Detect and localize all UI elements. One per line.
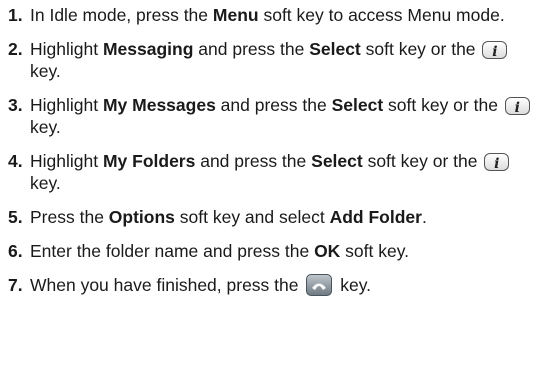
step-number: 6. xyxy=(8,241,23,261)
step-text: Press the Options soft key and select Ad… xyxy=(30,206,532,228)
step-text-segment: key. xyxy=(335,275,372,295)
step-item: 4. Highlight My Folders and press the Sel… xyxy=(8,150,532,194)
step-text: Highlight My Messages and press the Sele… xyxy=(30,94,532,138)
step-text-segment: key. xyxy=(30,61,61,81)
step-text: Highlight My Folders and press the Selec… xyxy=(30,150,532,194)
step-text-segment: key. xyxy=(30,117,61,137)
step-number: 3. xyxy=(8,95,23,115)
step-text-segment: and press the xyxy=(193,39,310,59)
step-text: In Idle mode, press the Menu soft key to… xyxy=(30,4,532,26)
step-number: 1. xyxy=(8,5,23,25)
step-text-segment: Highlight xyxy=(30,151,103,171)
step-number: 4. xyxy=(8,151,23,171)
end-key-icon xyxy=(306,274,333,296)
step-text-segment: Enter the folder name and press the xyxy=(30,241,315,261)
step-text-segment: . xyxy=(421,207,427,227)
i-key-icon xyxy=(504,97,530,119)
step-item: 6. Enter the folder name and press the OK… xyxy=(8,240,532,262)
step-emphasis: Options xyxy=(108,207,175,227)
step-text-segment: soft key or the xyxy=(360,39,481,59)
step-emphasis: Select xyxy=(309,39,361,59)
step-text-segment: soft key or the xyxy=(362,151,483,171)
step-text-segment: Press the xyxy=(30,207,109,227)
step-emphasis: OK xyxy=(314,241,341,261)
i-key-icon xyxy=(484,153,510,175)
i-key-icon xyxy=(482,41,508,63)
step-item: 2. Highlight Messaging and press the Sele… xyxy=(8,38,532,82)
step-text-segment: and press the xyxy=(215,95,332,115)
step-text-segment: soft key to access Menu mode. xyxy=(258,5,505,25)
step-text-segment: soft key and select xyxy=(174,207,330,227)
step-text-segment: soft key. xyxy=(340,241,410,261)
step-number: 2. xyxy=(8,39,23,59)
step-emphasis: Menu xyxy=(212,5,259,25)
step-text-segment: When you have finished, press the xyxy=(30,275,304,295)
step-text-segment: soft key or the xyxy=(383,95,503,115)
step-emphasis: Add Folder xyxy=(329,207,422,227)
step-text: When you have finished, press the key. xyxy=(30,274,532,296)
step-emphasis: Messaging xyxy=(102,39,194,59)
step-item: 7. When you have finished, press the key. xyxy=(8,274,532,296)
step-item: 3. Highlight My Messages and press the Se… xyxy=(8,94,532,138)
step-emphasis: My Folders xyxy=(102,151,196,171)
step-text: Enter the folder name and press the OK s… xyxy=(30,240,532,262)
step-number: 5. xyxy=(8,207,23,227)
step-emphasis: My Messages xyxy=(102,95,216,115)
step-text-segment: Highlight xyxy=(30,39,103,59)
instruction-steps: 1. In Idle mode, press the Menu soft key … xyxy=(8,4,532,308)
step-emphasis: Select xyxy=(311,151,363,171)
step-text-segment: and press the xyxy=(195,151,312,171)
step-text-segment: In Idle mode, press the xyxy=(30,5,213,25)
step-text: Highlight Messaging and press the Select… xyxy=(30,38,532,82)
step-text-segment: key. xyxy=(30,173,61,193)
step-emphasis: Select xyxy=(331,95,384,115)
step-number: 7. xyxy=(8,275,23,295)
step-text-segment: Highlight xyxy=(30,95,103,115)
step-item: 5. Press the Options soft key and select … xyxy=(8,206,532,228)
step-item: 1. In Idle mode, press the Menu soft key … xyxy=(8,4,532,26)
